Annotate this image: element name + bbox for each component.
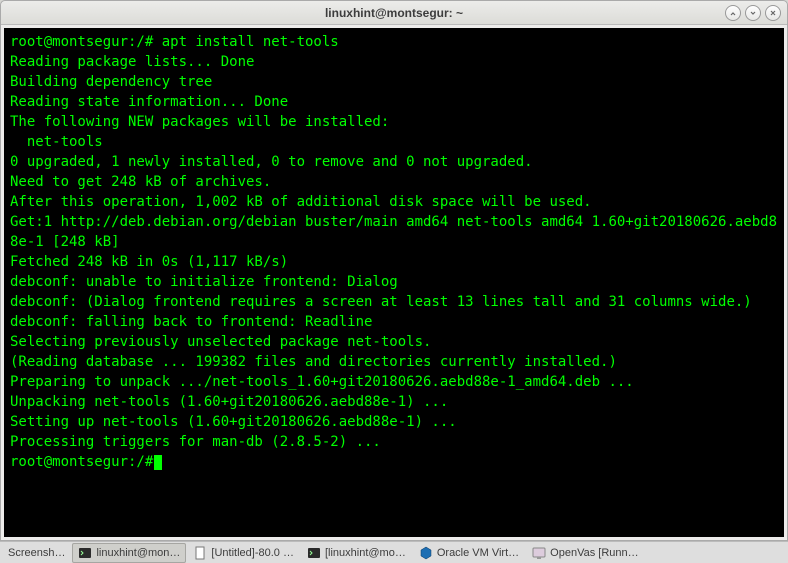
taskbar-item-label: Oracle VM Virt… — [437, 547, 519, 559]
taskbar-item-untitled[interactable]: [Untitled]-80.0 … — [187, 543, 300, 563]
minimize-button[interactable] — [725, 5, 741, 21]
taskbar-item-label: [Untitled]-80.0 … — [211, 547, 294, 559]
taskbar-item-label: OpenVas [Runn… — [550, 547, 638, 559]
terminal-cursor — [154, 455, 162, 470]
virtualbox-icon — [419, 546, 433, 560]
window-controls — [725, 5, 781, 21]
taskbar-item-terminal[interactable]: linuxhint@mon… — [72, 543, 186, 563]
vm-icon — [532, 546, 546, 560]
terminal-window: linuxhint@montsegur: ~ root@montsegur:/#… — [0, 0, 788, 541]
shell-command: apt install net-tools — [162, 34, 339, 50]
taskbar-item-label: [linuxhint@mo… — [325, 547, 406, 559]
taskbar-item-virtualbox[interactable]: Oracle VM Virt… — [413, 543, 525, 563]
taskbar-item-label: linuxhint@mon… — [96, 547, 180, 559]
taskbar: Screensh… linuxhint@mon… [Untitled]-80.0… — [0, 541, 788, 563]
terminal-icon — [78, 546, 92, 560]
terminal-area[interactable]: root@montsegur:/# apt install net-tools … — [4, 28, 784, 537]
terminal-output: Reading package lists... Done Building d… — [10, 54, 777, 450]
taskbar-item-label: Screensh… — [8, 547, 65, 559]
terminal-icon — [307, 546, 321, 560]
maximize-button[interactable] — [745, 5, 761, 21]
close-button[interactable] — [765, 5, 781, 21]
taskbar-item-screenshot[interactable]: Screensh… — [2, 543, 71, 563]
window-title: linuxhint@montsegur: ~ — [325, 6, 463, 20]
window-titlebar[interactable]: linuxhint@montsegur: ~ — [1, 1, 787, 25]
document-icon — [193, 546, 207, 560]
taskbar-item-linuxhint2[interactable]: [linuxhint@mo… — [301, 543, 412, 563]
shell-prompt: root@montsegur:/# — [10, 34, 162, 50]
shell-prompt-2: root@montsegur:/# — [10, 454, 153, 470]
taskbar-item-openvas[interactable]: OpenVas [Runn… — [526, 543, 644, 563]
